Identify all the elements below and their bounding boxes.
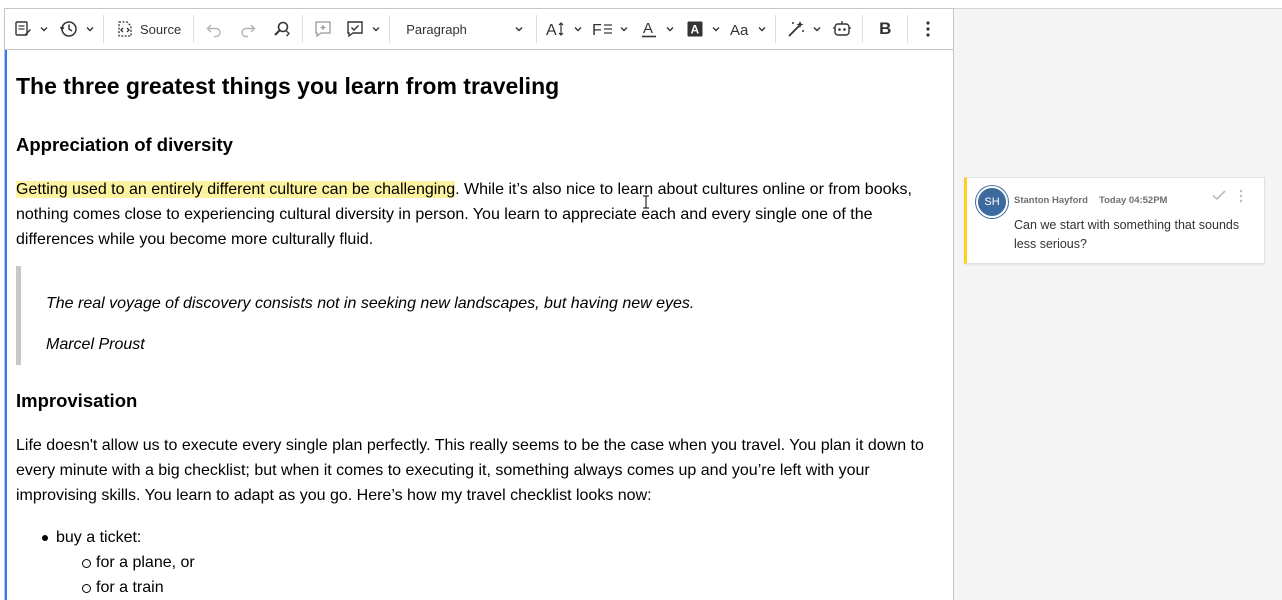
heading-select-value: Paragraph bbox=[406, 21, 467, 37]
undo-icon[interactable] bbox=[200, 13, 228, 45]
block-quote: The real voyage of discovery consists no… bbox=[16, 266, 936, 365]
font-family-icon[interactable]: F bbox=[589, 13, 617, 45]
quote-author: Marcel Proust bbox=[46, 336, 145, 353]
commented-text-highlight[interactable]: Getting used to an entirely different cu… bbox=[16, 181, 456, 198]
document-title: The three greatest things you learn from… bbox=[16, 73, 560, 99]
revision-history-icon[interactable] bbox=[55, 13, 83, 45]
svg-text:Aa: Aa bbox=[730, 22, 749, 38]
toolbar-separator bbox=[302, 15, 304, 43]
travel-checklist: buy a ticket: for a plane, or for a trai… bbox=[42, 525, 195, 600]
chevron-down-icon bbox=[515, 27, 523, 32]
list-item: buy a ticket: bbox=[42, 525, 195, 550]
bold-button[interactable]: B bbox=[869, 13, 901, 45]
editor-frame: Source Paragraph A F A A Aa B The three … bbox=[4, 8, 954, 600]
comments-dropdown-icon[interactable] bbox=[369, 13, 383, 45]
resolve-check-icon[interactable] bbox=[1211, 188, 1227, 207]
comment-text: Can we start with something that sounds … bbox=[1014, 218, 1240, 251]
ai-commands-icon[interactable] bbox=[828, 13, 856, 45]
list-item: for a plane, or bbox=[82, 550, 195, 575]
heading-select[interactable]: Paragraph bbox=[396, 13, 530, 45]
section-heading-improvisation: Improvisation bbox=[16, 390, 138, 411]
add-comment-icon[interactable] bbox=[309, 13, 337, 45]
track-changes-dropdown-icon[interactable] bbox=[37, 13, 51, 45]
text-cursor-icon bbox=[642, 195, 650, 212]
redo-icon[interactable] bbox=[234, 13, 262, 45]
font-size-dropdown-icon[interactable] bbox=[571, 13, 585, 45]
revision-history-dropdown-icon[interactable] bbox=[83, 13, 97, 45]
section-heading-diversity: Appreciation of diversity bbox=[16, 134, 233, 155]
ai-assistant-dropdown-icon[interactable] bbox=[810, 13, 824, 45]
source-icon bbox=[118, 21, 132, 37]
paragraph-diversity: Getting used to an entirely different cu… bbox=[16, 177, 931, 252]
track-changes-icon[interactable] bbox=[9, 13, 37, 45]
toolbar-separator bbox=[103, 15, 104, 43]
svg-text:A: A bbox=[643, 20, 653, 37]
comments-sidebar: SH Stanton Hayford Today 04:52PM Can we … bbox=[954, 8, 1282, 600]
toolbar-separator bbox=[775, 15, 777, 43]
toolbar-separator bbox=[193, 15, 195, 43]
toolbar-separator bbox=[907, 15, 909, 43]
comment-thread[interactable]: SH Stanton Hayford Today 04:52PM Can we … bbox=[964, 177, 1265, 264]
text-case-icon[interactable]: Aa bbox=[727, 13, 755, 45]
font-color-dropdown-icon[interactable] bbox=[663, 13, 677, 45]
source-label: Source bbox=[140, 21, 182, 37]
svg-text:A: A bbox=[691, 23, 700, 37]
font-size-icon[interactable]: A bbox=[543, 13, 571, 45]
background-color-dropdown-icon[interactable] bbox=[709, 13, 723, 45]
list-item: for a train bbox=[82, 575, 195, 600]
toolbar-separator bbox=[389, 15, 391, 43]
svg-text:A: A bbox=[546, 22, 557, 38]
font-family-dropdown-icon[interactable] bbox=[617, 13, 631, 45]
toolbar-separator bbox=[862, 15, 864, 43]
text-case-dropdown-icon[interactable] bbox=[755, 13, 769, 45]
comment-timestamp: Today 04:52PM bbox=[1099, 195, 1168, 206]
background-color-icon[interactable]: A bbox=[681, 13, 709, 45]
ai-assistant-icon[interactable] bbox=[782, 13, 810, 45]
comment-author: Stanton Hayford bbox=[1014, 195, 1088, 206]
editor-toolbar: Source Paragraph A F A A Aa B bbox=[5, 9, 953, 50]
find-replace-icon[interactable] bbox=[268, 13, 296, 45]
comment-more-options-icon[interactable] bbox=[1239, 189, 1243, 208]
source-button[interactable]: Source bbox=[110, 13, 187, 45]
quote-text: The real voyage of discovery consists no… bbox=[46, 295, 695, 312]
font-color-icon[interactable]: A bbox=[635, 13, 663, 45]
comments-archive-icon[interactable] bbox=[341, 13, 369, 45]
avatar: SH bbox=[976, 186, 1008, 218]
svg-text:F: F bbox=[592, 22, 602, 38]
more-options-icon[interactable] bbox=[914, 13, 942, 45]
toolbar-separator bbox=[536, 15, 538, 43]
paragraph-improvisation: Life doesn't allow us to execute every s… bbox=[16, 437, 924, 504]
editing-area[interactable]: The three greatest things you learn from… bbox=[5, 50, 953, 600]
